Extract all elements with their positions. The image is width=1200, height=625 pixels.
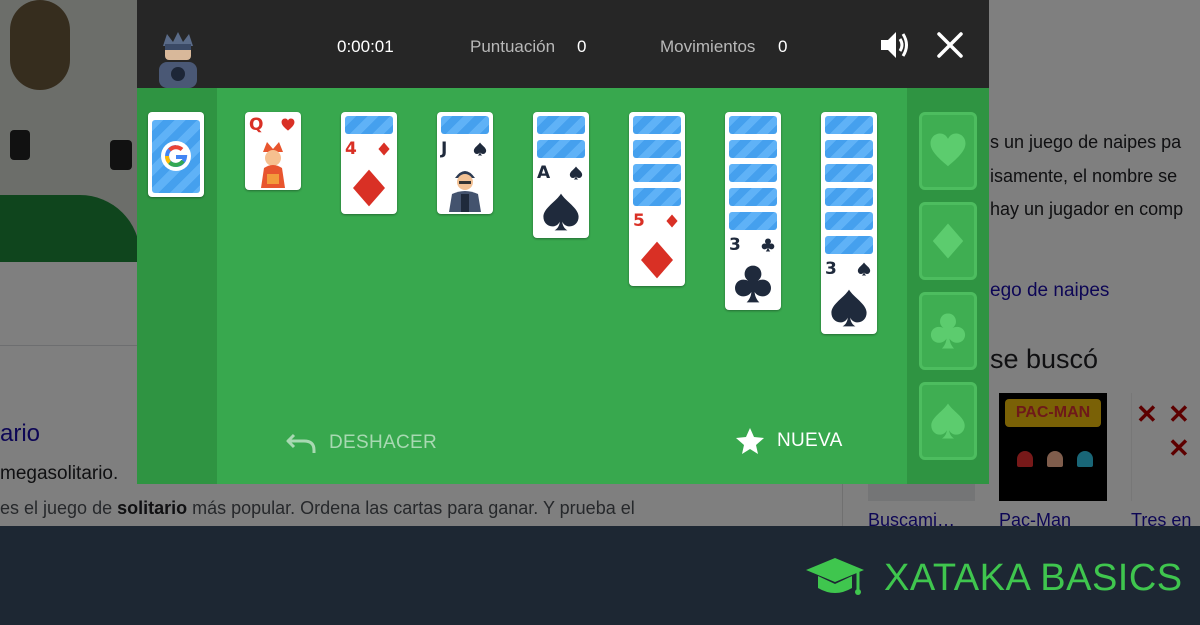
undo-icon — [286, 433, 316, 453]
heart-icon — [281, 118, 295, 131]
club-icon — [761, 238, 775, 252]
spade-icon — [543, 193, 579, 231]
new-game-button[interactable]: NUEVA — [735, 426, 843, 456]
tableau-card-4-diamonds[interactable]: 4 — [341, 112, 397, 214]
google-g-logo — [161, 141, 191, 171]
card-back — [633, 116, 681, 134]
tableau-card-J-spades[interactable]: J — [437, 112, 493, 214]
tableau-card-5-diamonds[interactable]: 5 — [629, 112, 685, 286]
game-header: 0:00:01 Puntuación 0 Movimientos 0 — [137, 0, 989, 88]
card-back — [729, 116, 777, 134]
spade-icon — [473, 142, 487, 156]
star-icon — [736, 428, 764, 454]
foundation-diamonds[interactable] — [919, 202, 977, 280]
player-avatar — [159, 32, 197, 88]
card-back — [537, 116, 585, 134]
card-back — [633, 164, 681, 182]
card-rank: 5 — [633, 211, 645, 231]
card-back — [729, 212, 777, 230]
timer: 0:00:01 — [337, 37, 394, 56]
diamond-icon — [378, 142, 390, 156]
spade-icon — [831, 289, 867, 327]
stock-column — [137, 88, 217, 484]
tableau-card-Q-hearts[interactable]: Q — [245, 112, 301, 190]
tableau-card-3-clubs[interactable]: 3 — [725, 112, 781, 310]
card-back — [537, 140, 585, 158]
undo-button[interactable]: DESHACER — [285, 428, 437, 458]
new-game-label: NUEVA — [777, 430, 843, 451]
diamond-icon — [932, 223, 964, 259]
card-back — [633, 188, 681, 206]
spade-icon — [931, 403, 965, 439]
undo-label: DESHACER — [329, 432, 437, 453]
foundation-hearts[interactable] — [919, 112, 977, 190]
card-rank: 3 — [729, 235, 741, 255]
diamond-icon — [641, 241, 673, 279]
club-icon — [735, 265, 771, 303]
card-back — [825, 188, 873, 206]
jack-figure — [449, 171, 481, 212]
foundation-clubs[interactable] — [919, 292, 977, 370]
card-rank: J — [441, 139, 448, 159]
watermark-text: XATAKA BASICS — [884, 557, 1183, 599]
diamond-icon — [353, 169, 385, 207]
spade-icon — [857, 262, 871, 276]
card-back — [825, 164, 873, 182]
card-rank: Q — [249, 115, 264, 135]
card-rank: 4 — [345, 139, 357, 159]
score-value: 0 — [577, 37, 587, 56]
card-back — [729, 140, 777, 158]
foundation-column — [907, 88, 989, 484]
graduation-cap-icon — [806, 558, 864, 595]
moves-value: 0 — [778, 37, 788, 56]
card-rank: A — [537, 163, 551, 183]
club-icon — [930, 313, 966, 349]
card-back — [825, 236, 873, 254]
moves-label: Movimientos — [660, 37, 756, 56]
card-rank: 3 — [825, 259, 837, 279]
card-back — [729, 164, 777, 182]
volume-icon[interactable] — [878, 28, 912, 62]
queen-figure — [261, 142, 285, 188]
game-board: Q 4 J A 5 3 3 DESHACER NUEVA — [137, 88, 989, 484]
score-label: Puntuación — [470, 37, 556, 56]
foundation-spades[interactable] — [919, 382, 977, 460]
card-back — [825, 116, 873, 134]
spade-icon — [569, 166, 583, 180]
tableau-card-3-spades[interactable]: 3 — [821, 112, 877, 334]
tableau-card-A-spades[interactable]: A — [533, 112, 589, 238]
card-back — [729, 188, 777, 206]
diamond-icon — [666, 214, 678, 228]
heart-icon — [930, 133, 966, 167]
card-back — [441, 116, 489, 134]
card-back — [825, 140, 873, 158]
stock-pile[interactable] — [148, 112, 204, 197]
card-back — [825, 212, 873, 230]
close-icon[interactable] — [934, 29, 966, 61]
card-back — [345, 116, 393, 134]
card-back — [633, 140, 681, 158]
